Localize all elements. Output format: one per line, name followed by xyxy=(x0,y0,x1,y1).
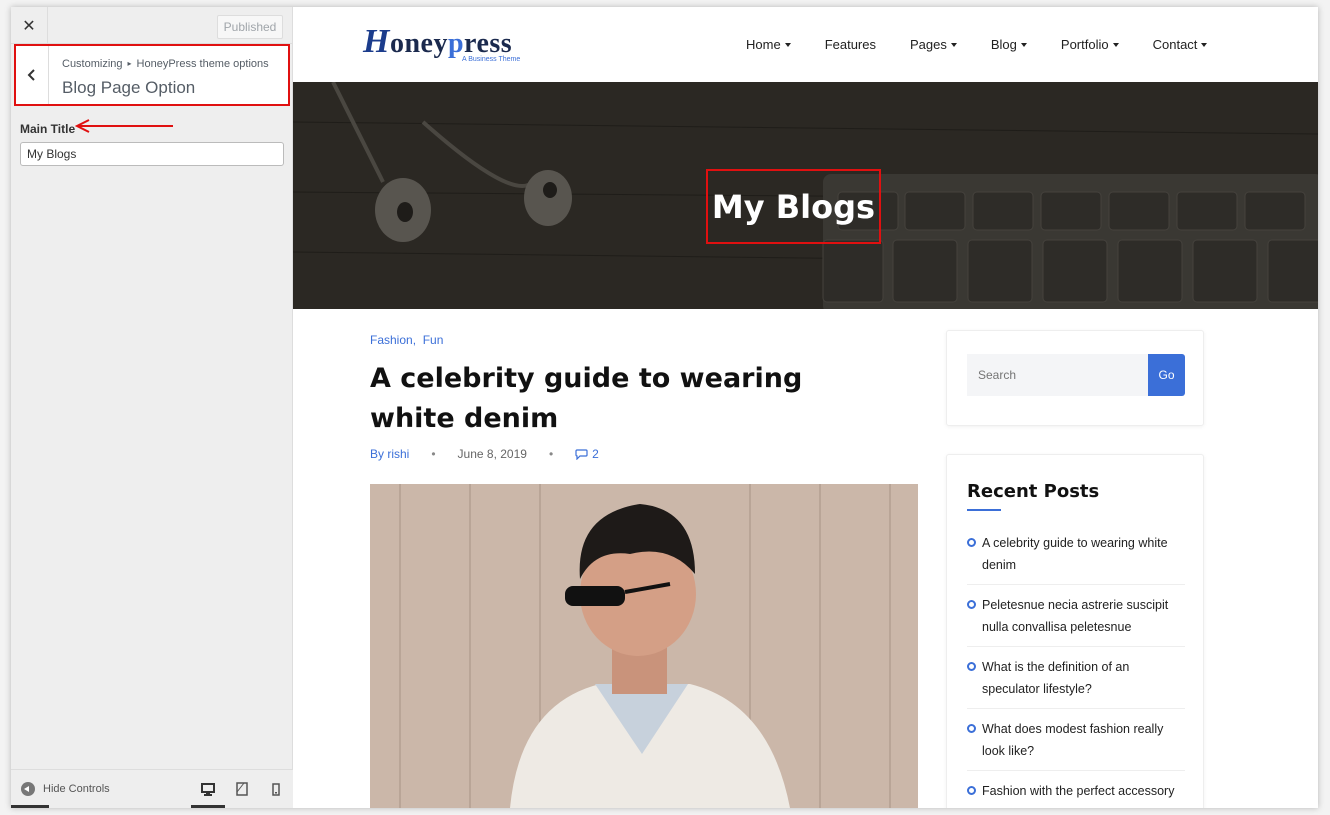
customizer-header: ✕ Published xyxy=(11,7,293,44)
meta-separator: • xyxy=(548,447,554,461)
section-header: Customizing ▸ HoneyPress theme options Blo… xyxy=(14,44,290,106)
category-link[interactable]: Fashion xyxy=(370,333,413,347)
search-input[interactable] xyxy=(967,354,1148,396)
list-item: What does modest fashion really look lik… xyxy=(967,718,1185,771)
site-header: Honeypress A Business Theme Home Feature… xyxy=(293,7,1318,82)
comment-icon xyxy=(575,448,588,460)
title-underline xyxy=(967,509,1001,511)
list-item: A celebrity guide to wearing white denim xyxy=(967,532,1185,585)
recent-post-link[interactable]: Peletesnue necia astrerie suscipit nulla… xyxy=(982,594,1185,638)
comments-link[interactable]: 2 xyxy=(575,447,599,461)
close-icon: ✕ xyxy=(22,16,36,35)
hero-banner: My Blogs xyxy=(293,82,1318,309)
nav-item-portfolio[interactable]: Portfolio xyxy=(1061,37,1119,52)
circle-bullet-icon xyxy=(967,724,976,733)
hero-title-highlight: My Blogs xyxy=(706,169,881,244)
publish-button[interactable]: Published xyxy=(217,15,283,39)
search-widget: Go xyxy=(946,330,1204,426)
mobile-preview-button[interactable] xyxy=(261,778,291,800)
recent-post-link[interactable]: What is the definition of an speculator … xyxy=(982,656,1185,700)
recent-post-link[interactable]: What does modest fashion really look lik… xyxy=(982,718,1185,762)
close-customizer-button[interactable]: ✕ xyxy=(11,7,48,44)
circle-bullet-icon xyxy=(967,662,976,671)
desktop-icon xyxy=(201,782,215,796)
main-nav: Home Features Pages Blog Portfolio Conta… xyxy=(746,37,1241,52)
recent-post-link[interactable]: Fashion with the perfect accessory xyxy=(982,780,1174,802)
device-active-indicator xyxy=(191,805,225,808)
search-button[interactable]: Go xyxy=(1148,354,1185,396)
hero-title: My Blogs xyxy=(711,187,876,226)
logo-tagline: A Business Theme xyxy=(462,56,521,63)
nav-item-blog[interactable]: Blog xyxy=(991,37,1027,52)
list-item: What is the definition of an speculator … xyxy=(967,656,1185,709)
chevron-left-icon xyxy=(27,69,35,81)
customizer-footer: Hide Controls xyxy=(11,769,293,808)
post-title[interactable]: A celebrity guide to wearing white denim xyxy=(370,359,890,439)
nav-item-features[interactable]: Features xyxy=(825,37,876,52)
list-item: Fashion with the perfect accessory xyxy=(967,780,1185,808)
main-title-input[interactable] xyxy=(20,142,284,166)
browser-frame: ✕ Published Customizing ▸ HoneyPress theme… xyxy=(11,7,1318,808)
hide-controls-label: Hide Controls xyxy=(43,783,110,795)
list-item: Peletesnue necia astrerie suscipit nulla… xyxy=(967,594,1185,647)
caret-down-icon xyxy=(1201,42,1208,47)
hide-controls-button[interactable]: Hide Controls xyxy=(21,782,110,796)
caret-down-icon xyxy=(784,42,791,47)
caret-down-icon xyxy=(950,42,957,47)
footer-active-indicator xyxy=(11,805,49,808)
customizer-panel: ✕ Published Customizing ▸ HoneyPress theme… xyxy=(11,7,293,808)
breadcrumb-item: Customizing xyxy=(62,58,123,70)
recent-post-link[interactable]: A celebrity guide to wearing white denim xyxy=(982,532,1185,576)
recent-posts-widget: Recent Posts A celebrity guide to wearin… xyxy=(946,454,1204,808)
breadcrumb-separator-icon: ▸ xyxy=(127,59,132,68)
breadcrumb: Customizing ▸ HoneyPress theme options xyxy=(62,58,269,70)
section-title: Blog Page Option xyxy=(62,78,196,97)
meta-separator: • xyxy=(431,447,436,461)
site-logo[interactable]: Honeypress A Business Theme xyxy=(363,23,520,63)
back-button[interactable] xyxy=(16,46,49,104)
comment-count: 2 xyxy=(592,447,599,461)
tablet-preview-button[interactable] xyxy=(227,778,257,800)
collapse-icon xyxy=(21,782,35,796)
site-preview: Honeypress A Business Theme Home Feature… xyxy=(293,7,1318,808)
post-categories: Fashion, Fun xyxy=(370,333,444,347)
nav-item-pages[interactable]: Pages xyxy=(910,37,957,52)
annotation-arrow-icon xyxy=(74,119,173,133)
nav-item-contact[interactable]: Contact xyxy=(1153,37,1208,52)
widget-title: Recent Posts xyxy=(967,481,1100,502)
post-author-link[interactable]: By rishi xyxy=(370,447,409,461)
desktop-preview-button[interactable] xyxy=(193,778,223,800)
featured-photo xyxy=(370,484,918,808)
category-link[interactable]: Fun xyxy=(423,333,444,347)
circle-bullet-icon xyxy=(967,538,976,547)
tablet-icon xyxy=(236,782,248,796)
post-date[interactable]: June 8, 2019 xyxy=(458,447,527,461)
caret-down-icon xyxy=(1112,42,1119,47)
mobile-icon xyxy=(272,782,280,796)
circle-bullet-icon xyxy=(967,786,976,795)
caret-down-icon xyxy=(1020,42,1027,47)
main-title-label: Main Title xyxy=(20,122,76,136)
nav-item-home[interactable]: Home xyxy=(746,37,791,52)
circle-bullet-icon xyxy=(967,600,976,609)
recent-posts-list: A celebrity guide to wearing white denim… xyxy=(967,532,1185,808)
breadcrumb-item: HoneyPress theme options xyxy=(136,58,269,70)
post-featured-image[interactable] xyxy=(370,484,918,808)
post-meta: By rishi • June 8, 2019 • 2 xyxy=(370,447,599,461)
